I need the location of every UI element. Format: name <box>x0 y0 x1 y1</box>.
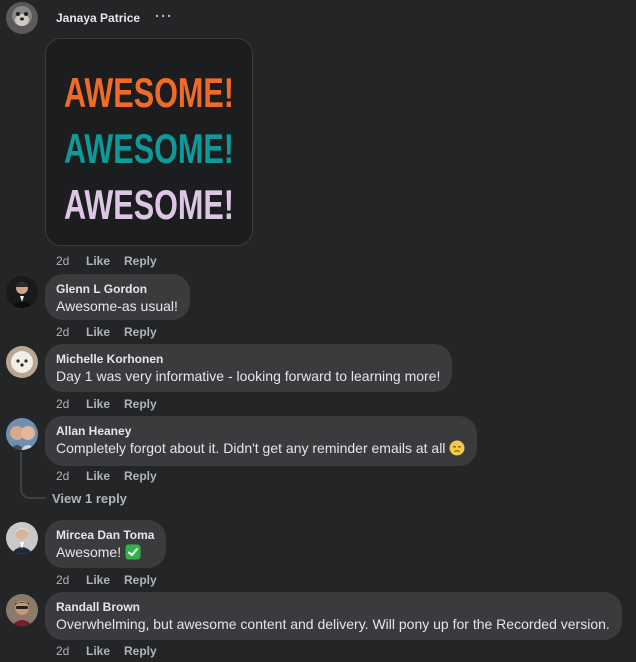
ellipsis-icon[interactable]: ··· <box>155 9 173 24</box>
post-actions: 2d Like Reply <box>56 254 157 268</box>
comment-actions: 2d Like Reply <box>56 469 157 483</box>
like-button[interactable]: Like <box>86 254 124 268</box>
avatar-mircea-dan-toma[interactable] <box>6 522 38 554</box>
comment-text: Day 1 was very informative - looking for… <box>56 368 441 384</box>
avatar-glenn-l-gordon[interactable] <box>6 276 38 308</box>
like-button[interactable]: Like <box>86 644 124 658</box>
avatar-allan-heaney[interactable] <box>6 418 38 450</box>
comment-text-content: Awesome! <box>56 544 122 560</box>
comment-actions: 2d Like Reply <box>56 644 157 658</box>
reply-button[interactable]: Reply <box>124 469 157 483</box>
avatar-janaya-patrice[interactable] <box>6 2 38 34</box>
like-button[interactable]: Like <box>86 573 124 587</box>
post-author-name[interactable]: Janaya Patrice <box>56 11 140 25</box>
comment-actions: 2d Like Reply <box>56 573 157 587</box>
comment-timestamp[interactable]: 2d <box>56 397 86 411</box>
awesome-sticker[interactable]: AWESOME! AWESOME! AWESOME! <box>45 38 253 246</box>
sticker-line-1: AWESOME! <box>64 69 234 116</box>
like-button[interactable]: Like <box>86 397 124 411</box>
comment-text-content: Completely forgot about it. Didn't get a… <box>56 440 446 456</box>
comment-text: Overwhelming, but awesome content and de… <box>56 616 610 632</box>
reply-button[interactable]: Reply <box>124 325 157 339</box>
comment-author[interactable]: Randall Brown <box>56 600 610 615</box>
reply-button[interactable]: Reply <box>124 254 157 268</box>
comments-panel: Janaya Patrice ··· AWESOME! AWESOME! AWE… <box>0 0 636 662</box>
check-mark-button-icon <box>125 544 141 564</box>
comment-bubble[interactable]: Glenn L Gordon Awesome-as usual! <box>45 274 190 320</box>
post-timestamp[interactable]: 2d <box>56 254 86 268</box>
comment-text: Awesome-as usual! <box>56 298 178 314</box>
comment-timestamp[interactable]: 2d <box>56 325 86 339</box>
comment-actions: 2d Like Reply <box>56 397 157 411</box>
comment-actions: 2d Like Reply <box>56 325 157 339</box>
comment-bubble[interactable]: Mircea Dan Toma Awesome! <box>45 520 167 568</box>
comment-author[interactable]: Mircea Dan Toma <box>56 528 154 543</box>
reply-button[interactable]: Reply <box>124 644 157 658</box>
comment-author[interactable]: Allan Heaney <box>56 424 465 439</box>
like-button[interactable]: Like <box>86 325 124 339</box>
avatar-randall-brown[interactable] <box>6 594 38 626</box>
sticker-line-3: AWESOME! <box>64 181 234 228</box>
comment-bubble[interactable]: Allan Heaney Completely forgot about it.… <box>45 416 478 466</box>
comment-bubble[interactable]: Michelle Korhonen Day 1 was very informa… <box>45 344 453 392</box>
reply-button[interactable]: Reply <box>124 573 157 587</box>
comment-text: Awesome! <box>56 543 154 564</box>
comment-timestamp[interactable]: 2d <box>56 469 86 483</box>
view-replies-link[interactable]: View 1 reply <box>52 491 127 506</box>
sticker-graphic: AWESOME! AWESOME! AWESOME! <box>64 69 234 228</box>
like-button[interactable]: Like <box>86 469 124 483</box>
comment-author[interactable]: Glenn L Gordon <box>56 282 178 297</box>
comment-timestamp[interactable]: 2d <box>56 573 86 587</box>
reply-button[interactable]: Reply <box>124 397 157 411</box>
comment-bubble[interactable]: Randall Brown Overwhelming, but awesome … <box>45 592 622 640</box>
sticker-line-2: AWESOME! <box>64 125 234 172</box>
comment-author[interactable]: Michelle Korhonen <box>56 352 440 367</box>
comment-text: Completely forgot about it. Didn't get a… <box>56 439 465 460</box>
pensive-face-icon <box>449 440 465 460</box>
avatar-michelle-korhonen[interactable] <box>6 346 38 378</box>
reply-thread-line <box>20 452 46 499</box>
comment-timestamp[interactable]: 2d <box>56 644 86 658</box>
